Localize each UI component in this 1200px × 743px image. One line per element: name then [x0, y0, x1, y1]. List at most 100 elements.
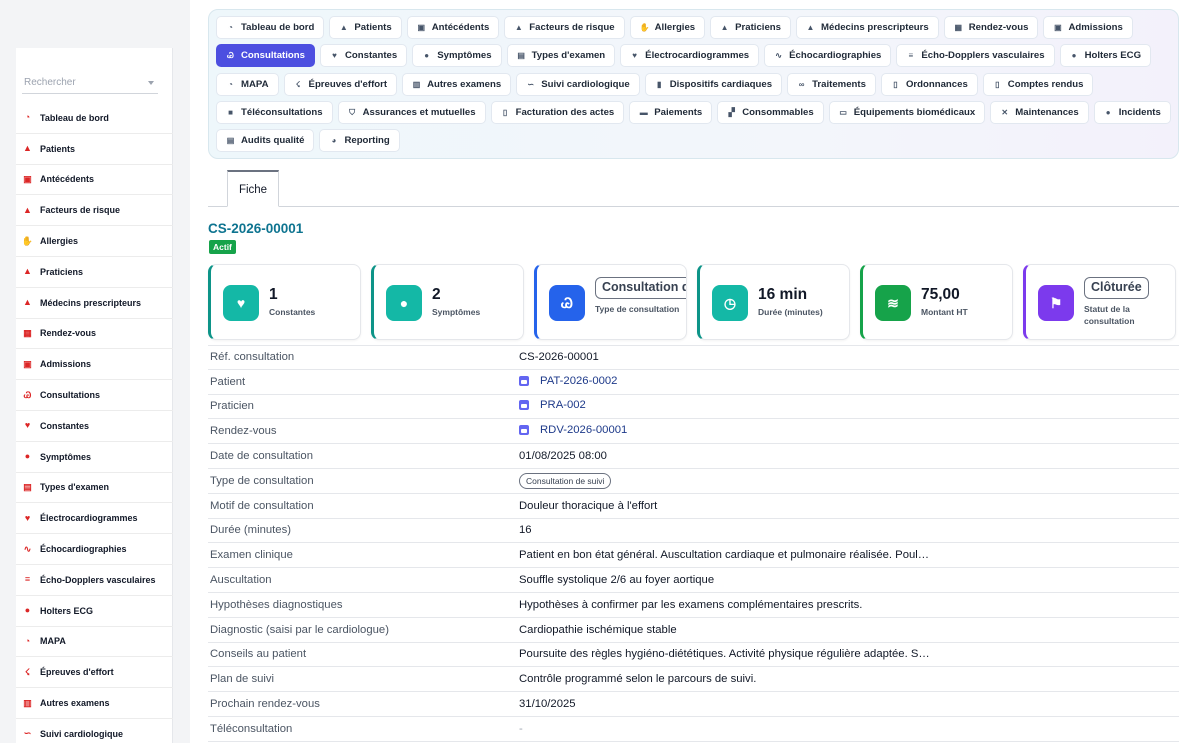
nav-button-traitements[interactable]: ∞ Traitements — [787, 72, 876, 96]
sidebar-item-label: Holters ECG — [40, 605, 94, 616]
sidebar-item-label: Épreuves d'effort — [40, 667, 114, 678]
sidebar-item-types-d-examen[interactable]: ▤ Types d'examen — [16, 473, 173, 504]
detail-row-plan-de-suivi: Plan de suivi Contrôle programmé selon le… — [208, 667, 1179, 693]
sidebar-item-echocardiographies[interactable]: ∿ Échocardiographies — [16, 534, 173, 565]
nav-button-consommables[interactable]: ▞ Consommables — [717, 100, 824, 124]
nav-button-teleconsultations[interactable]: ■ Téléconsultations — [216, 100, 333, 124]
search-input[interactable]: Rechercher — [22, 72, 158, 94]
sidebar-item-rendez-vous[interactable]: ▦ Rendez-vous — [16, 319, 173, 350]
field-value-cell: Hypothèses à confirmer par les examens c… — [519, 599, 1179, 611]
sidebar-item-label: Symptômes — [40, 451, 92, 462]
sidebar-item-antecedents[interactable]: ▣ Antécédents — [16, 165, 173, 196]
nav-button-incidents[interactable]: ● Incidents — [1093, 100, 1171, 124]
module-nav-buttons: ◔ Tableau de bord ▲ Patients ▣ Antécédents ▲ Fa… — [216, 16, 1178, 157]
stat-value: Clôturée — [1084, 277, 1149, 299]
clock-icon: ● — [1071, 51, 1077, 61]
detail-row-duree-minutes: Durée (minutes) 16 — [208, 519, 1179, 544]
nav-button-patients[interactable]: ▲ Patients — [329, 16, 402, 39]
nav-button-label: Écho-Dopplers vasculaires — [921, 50, 1045, 62]
nav-button-facturation-des-actes[interactable]: ▯ Facturation des actes — [490, 100, 625, 124]
nav-button-paiements[interactable]: ▬ Paiements — [629, 100, 713, 124]
sidebar-item-allergies[interactable]: ✋ Allergies — [16, 226, 173, 257]
sidebar-item-autres-examens[interactable]: ▥ Autres examens — [16, 688, 173, 719]
hand-icon: ✋ — [21, 235, 34, 246]
nav-button-antecedents[interactable]: ▣ Antécédents — [406, 16, 500, 39]
sidebar-item-epreuves-d-effort[interactable]: ☇ Épreuves d'effort — [16, 657, 173, 689]
nav-button-label: Types d'examen — [531, 50, 606, 62]
sidebar-item-praticiens[interactable]: ▲ Praticiens — [16, 257, 173, 288]
doctor-icon: ▲ — [720, 23, 729, 32]
stat-value: 1 — [269, 286, 278, 303]
nav-button-reporting[interactable]: ◕ Reporting — [319, 129, 400, 153]
nav-button-comptes-rendus[interactable]: ▯ Comptes rendus — [982, 72, 1094, 96]
stethoscope-icon: Ꮚ — [549, 285, 585, 321]
nav-button-equipements-biomedicaux[interactable]: ▭ Équipements biomédicaux — [828, 100, 986, 124]
sidebar-item-label: Allergies — [40, 236, 79, 247]
tools-icon: ✕ — [1001, 107, 1009, 117]
list-icon: ▤ — [23, 481, 32, 492]
record-link[interactable]: PAT-2026-0002 — [519, 375, 617, 387]
nav-button-admissions[interactable]: ▣ Admissions — [1043, 16, 1133, 39]
sidebar-item-label: Constantes — [40, 420, 90, 431]
nav-button-holters-ecg[interactable]: ● Holters ECG — [1059, 44, 1152, 68]
nav-button-echo-dopplers-vasculaires[interactable]: ≡ Écho-Dopplers vasculaires — [896, 44, 1055, 68]
field-label: Type de consultation — [210, 474, 314, 487]
field-label: Motif de consultation — [210, 499, 314, 512]
record-link[interactable]: PRA-002 — [519, 399, 586, 411]
record-link[interactable]: RDV-2026-00001 — [519, 424, 627, 436]
stethoscope-icon: Ꮚ — [23, 389, 32, 400]
sidebar-item-patients[interactable]: ▲ Patients — [16, 134, 173, 165]
card-icon: ▬ — [639, 107, 648, 117]
sidebar-item-mapa[interactable]: ◔ MAPA — [16, 627, 173, 658]
sidebar-item-consultations[interactable]: Ꮚ Consultations — [16, 380, 173, 411]
nav-button-types-d-examen[interactable]: ▤ Types d'examen — [506, 44, 616, 68]
nav-button-mapa[interactable]: ◔ MAPA — [216, 72, 279, 96]
nav-button-echocardiographies[interactable]: ∿ Échocardiographies — [764, 44, 892, 68]
nav-button-constantes[interactable]: ♥ Constantes — [319, 44, 408, 68]
sidebar-item-admissions[interactable]: ▣ Admissions — [16, 349, 173, 381]
prescription-icon: ▯ — [893, 79, 898, 89]
stat-value: 16 min — [758, 286, 808, 303]
nav-button-symptomes[interactable]: ● Symptômes — [412, 44, 502, 68]
sidebar-item-label: MAPA — [40, 636, 66, 647]
nav-button-allergies[interactable]: ✋ Allergies — [629, 16, 706, 39]
sidebar-item-holters-ecg[interactable]: ● Holters ECG — [16, 596, 173, 627]
nav-button-label: Holters ECG — [1084, 50, 1142, 62]
nav-button-maintenances[interactable]: ✕ Maintenances — [990, 100, 1089, 124]
sidebar-item-facteurs-de-risque[interactable]: ▲ Facteurs de risque — [16, 195, 173, 227]
clipboard-icon: ▣ — [23, 173, 32, 184]
sidebar-item-suivi-cardiologique[interactable]: ∽ Suivi cardiologique — [16, 719, 173, 743]
sidebar-item-symptomes[interactable]: ● Symptômes — [16, 442, 173, 473]
sidebar-item-electrocardiogrammes[interactable]: ♥ Électrocardiogrammes — [16, 503, 173, 535]
nav-button-autres-examens[interactable]: ▥ Autres examens — [402, 72, 512, 96]
sidebar-item-medecins-prescripteurs[interactable]: ▲ Médecins prescripteurs — [16, 288, 173, 319]
nav-button-label: Autres examens — [427, 78, 502, 90]
field-value-cell: Souffle systolique 2/6 au foyer aortique — [519, 574, 1179, 586]
nav-button-epreuves-d-effort[interactable]: ☇ Épreuves d'effort — [283, 72, 398, 96]
nav-button-medecins-prescripteurs[interactable]: ▲ Médecins prescripteurs — [796, 16, 939, 39]
head-icon: ● — [424, 51, 430, 61]
doctor-icon: ▲ — [23, 297, 32, 308]
tab-fiche[interactable]: Fiche — [227, 170, 279, 207]
nav-button-consultations[interactable]: Ꮚ Consultations — [216, 44, 315, 68]
nav-button-facteurs-de-risque[interactable]: ▲ Facteurs de risque — [504, 16, 625, 39]
nav-button-tableau-de-bord[interactable]: ◔ Tableau de bord — [216, 16, 325, 39]
nav-button-ordonnances[interactable]: ▯ Ordonnances — [880, 72, 978, 96]
sidebar-item-tableau-de-bord[interactable]: ◔ Tableau de bord — [16, 103, 173, 134]
invoice-icon: ▯ — [502, 107, 508, 117]
sidebar-item-echo-dopplers-vasculaires[interactable]: ≡ Écho-Dopplers vasculaires — [16, 565, 173, 596]
nav-button-label: Patients — [354, 22, 392, 33]
nav-button-suivi-cardiologique[interactable]: ∽ Suivi cardiologique — [516, 72, 640, 96]
sidebar-item-constantes[interactable]: ♥ Constantes — [16, 411, 173, 442]
nav-button-label: Paiements — [654, 106, 703, 118]
nav-button-rendez-vous[interactable]: ▦ Rendez-vous — [943, 16, 1039, 39]
nav-button-electrocardiogrammes[interactable]: ♥ Électrocardiogrammes — [620, 44, 760, 68]
nav-button-dispositifs-cardiaques[interactable]: ▮ Dispositifs cardiaques — [644, 72, 783, 96]
nav-button-praticiens[interactable]: ▲ Praticiens — [710, 16, 792, 39]
field-label: Rendez-vous — [210, 425, 277, 438]
nav-button-audits-qualite[interactable]: ▤ Audits qualité — [216, 129, 315, 153]
nav-button-assurances-et-mutuelles[interactable]: ⛉ Assurances et mutuelles — [337, 100, 486, 124]
heart-icon: ♥ — [24, 512, 31, 523]
type-chip: Consultation de suivi — [519, 472, 612, 489]
chevron-down-icon[interactable] — [148, 81, 154, 85]
